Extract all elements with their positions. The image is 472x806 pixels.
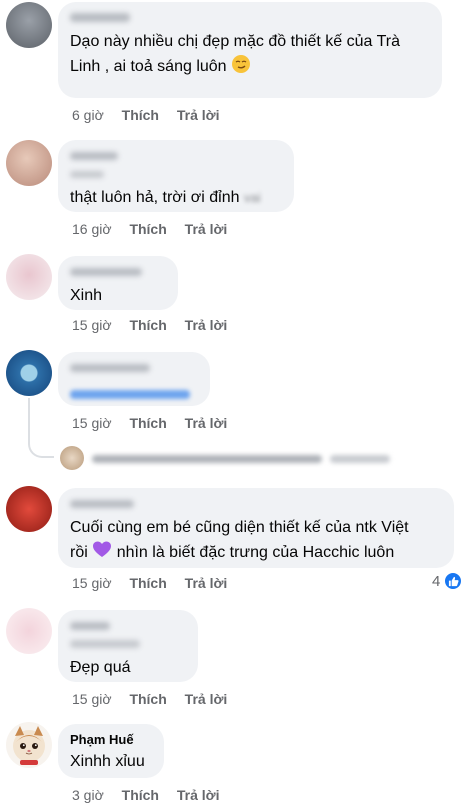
reply-preview[interactable] xyxy=(92,451,390,466)
comment-time[interactable]: 15 giờ xyxy=(72,317,112,333)
comment-time[interactable]: 15 giờ xyxy=(72,691,112,707)
comment-text-blurred: vai xyxy=(243,190,261,205)
like-button[interactable]: Thích xyxy=(129,221,166,237)
comment-author-sub xyxy=(70,166,282,182)
comment-text: Đẹp quá xyxy=(70,659,131,676)
comment-author[interactable] xyxy=(70,148,282,164)
comment-meta: 3 giờ Thích Trả lời xyxy=(72,786,234,804)
comment-bubble: Xinh xyxy=(58,256,178,310)
avatar[interactable] xyxy=(6,2,52,48)
reaction-count: 4 xyxy=(432,572,441,590)
comment-text-line: rồi nhìn là biết đặc trưng của Hacchic l… xyxy=(70,540,442,565)
reply-button[interactable]: Trả lời xyxy=(177,787,220,803)
comment-author[interactable]: Phạm Huế xyxy=(70,732,152,748)
reply-avatar[interactable] xyxy=(60,446,84,470)
like-button[interactable]: Thích xyxy=(122,107,159,123)
reply-button[interactable]: Trả lời xyxy=(177,107,220,123)
avatar[interactable] xyxy=(6,722,52,768)
reply-button[interactable]: Trả lời xyxy=(185,691,228,707)
comment-author[interactable] xyxy=(70,360,198,376)
comment-bubble: Đẹp quá xyxy=(58,610,198,682)
comment-text-line: Dạo này nhiều chị đẹp mặc đồ thiết kế củ… xyxy=(70,33,400,50)
comment-meta: 6 giờ Thích Trả lời xyxy=(72,106,234,124)
comment-time[interactable]: 15 giờ xyxy=(72,415,112,431)
comment-time[interactable]: 15 giờ xyxy=(72,575,112,591)
reaction-summary[interactable]: 4 xyxy=(432,572,463,590)
comment-meta: 15 giờ Thích Trả lời xyxy=(72,414,241,432)
comment-meta: 16 giờ Thích Trả lời xyxy=(72,220,241,238)
comment-meta: 15 giờ Thích Trả lời xyxy=(72,690,241,708)
comment-text-part: thật luôn hả, trời ơi đỉnh xyxy=(70,189,240,206)
comment-text: thật luôn hả, trời ơi đỉnh vai xyxy=(70,186,282,210)
reply-button[interactable]: Trả lời xyxy=(185,415,228,431)
avatar[interactable] xyxy=(6,486,52,532)
comment-bubble: Dạo này nhiều chị đẹp mặc đồ thiết kế củ… xyxy=(58,2,442,98)
comment-text-part: Linh , ai toả sáng luôn xyxy=(70,58,227,75)
reply-button[interactable]: Trả lời xyxy=(185,575,228,591)
comment-text-part: rồi xyxy=(70,544,88,561)
smirking-face-icon xyxy=(232,55,251,73)
like-button[interactable]: Thích xyxy=(122,787,159,803)
comment-bubble: thật luôn hả, trời ơi đỉnh vai xyxy=(58,140,294,212)
avatar[interactable] xyxy=(6,140,52,186)
comment-time[interactable]: 6 giờ xyxy=(72,107,104,123)
like-button[interactable]: Thích xyxy=(129,691,166,707)
comment-author-sub xyxy=(70,636,186,652)
reply-button[interactable]: Trả lời xyxy=(185,317,228,333)
comment-author[interactable] xyxy=(70,10,430,26)
comment-author[interactable] xyxy=(70,618,186,634)
avatar[interactable] xyxy=(6,608,52,654)
reply-thread-line xyxy=(28,398,54,458)
comment-meta: 15 giờ Thích Trả lời xyxy=(72,574,241,592)
reply-button[interactable]: Trả lời xyxy=(185,221,228,237)
like-reaction-icon xyxy=(444,572,463,590)
comment-text: Xinh xyxy=(70,287,103,304)
avatar[interactable] xyxy=(6,254,52,300)
comment-bubble xyxy=(58,352,210,406)
comment-text-line: Linh , ai toả sáng luôn xyxy=(70,54,430,79)
comment-time[interactable]: 16 giờ xyxy=(72,221,112,237)
comment-text: Dạo này nhiều chị đẹp mặc đồ thiết kế củ… xyxy=(70,30,430,79)
comment-time[interactable]: 3 giờ xyxy=(72,787,104,803)
like-button[interactable]: Thích xyxy=(129,415,166,431)
comment-text-line: Cuối cùng em bé cũng diện thiết kế của n… xyxy=(70,519,409,536)
purple-heart-icon xyxy=(93,541,112,557)
comment-author[interactable] xyxy=(70,264,166,280)
comment-text: Cuối cùng em bé cũng diện thiết kế của n… xyxy=(70,516,442,565)
comment-bubble: Cuối cùng em bé cũng diện thiết kế của n… xyxy=(58,488,454,568)
like-button[interactable]: Thích xyxy=(129,317,166,333)
comment-text: Xinhh xỉuu xyxy=(70,753,145,770)
comment-text-part: nhìn là biết đặc trưng của Hacchic luôn xyxy=(116,544,395,561)
cat-avatar-icon xyxy=(13,726,45,765)
comment-author[interactable] xyxy=(70,496,442,512)
comment-bubble: Phạm Huế Xinhh xỉuu xyxy=(58,724,164,778)
comment-meta: 15 giờ Thích Trả lời xyxy=(72,316,241,334)
tagged-user-link[interactable] xyxy=(70,382,198,406)
avatar[interactable] xyxy=(6,350,52,396)
like-button[interactable]: Thích xyxy=(129,575,166,591)
